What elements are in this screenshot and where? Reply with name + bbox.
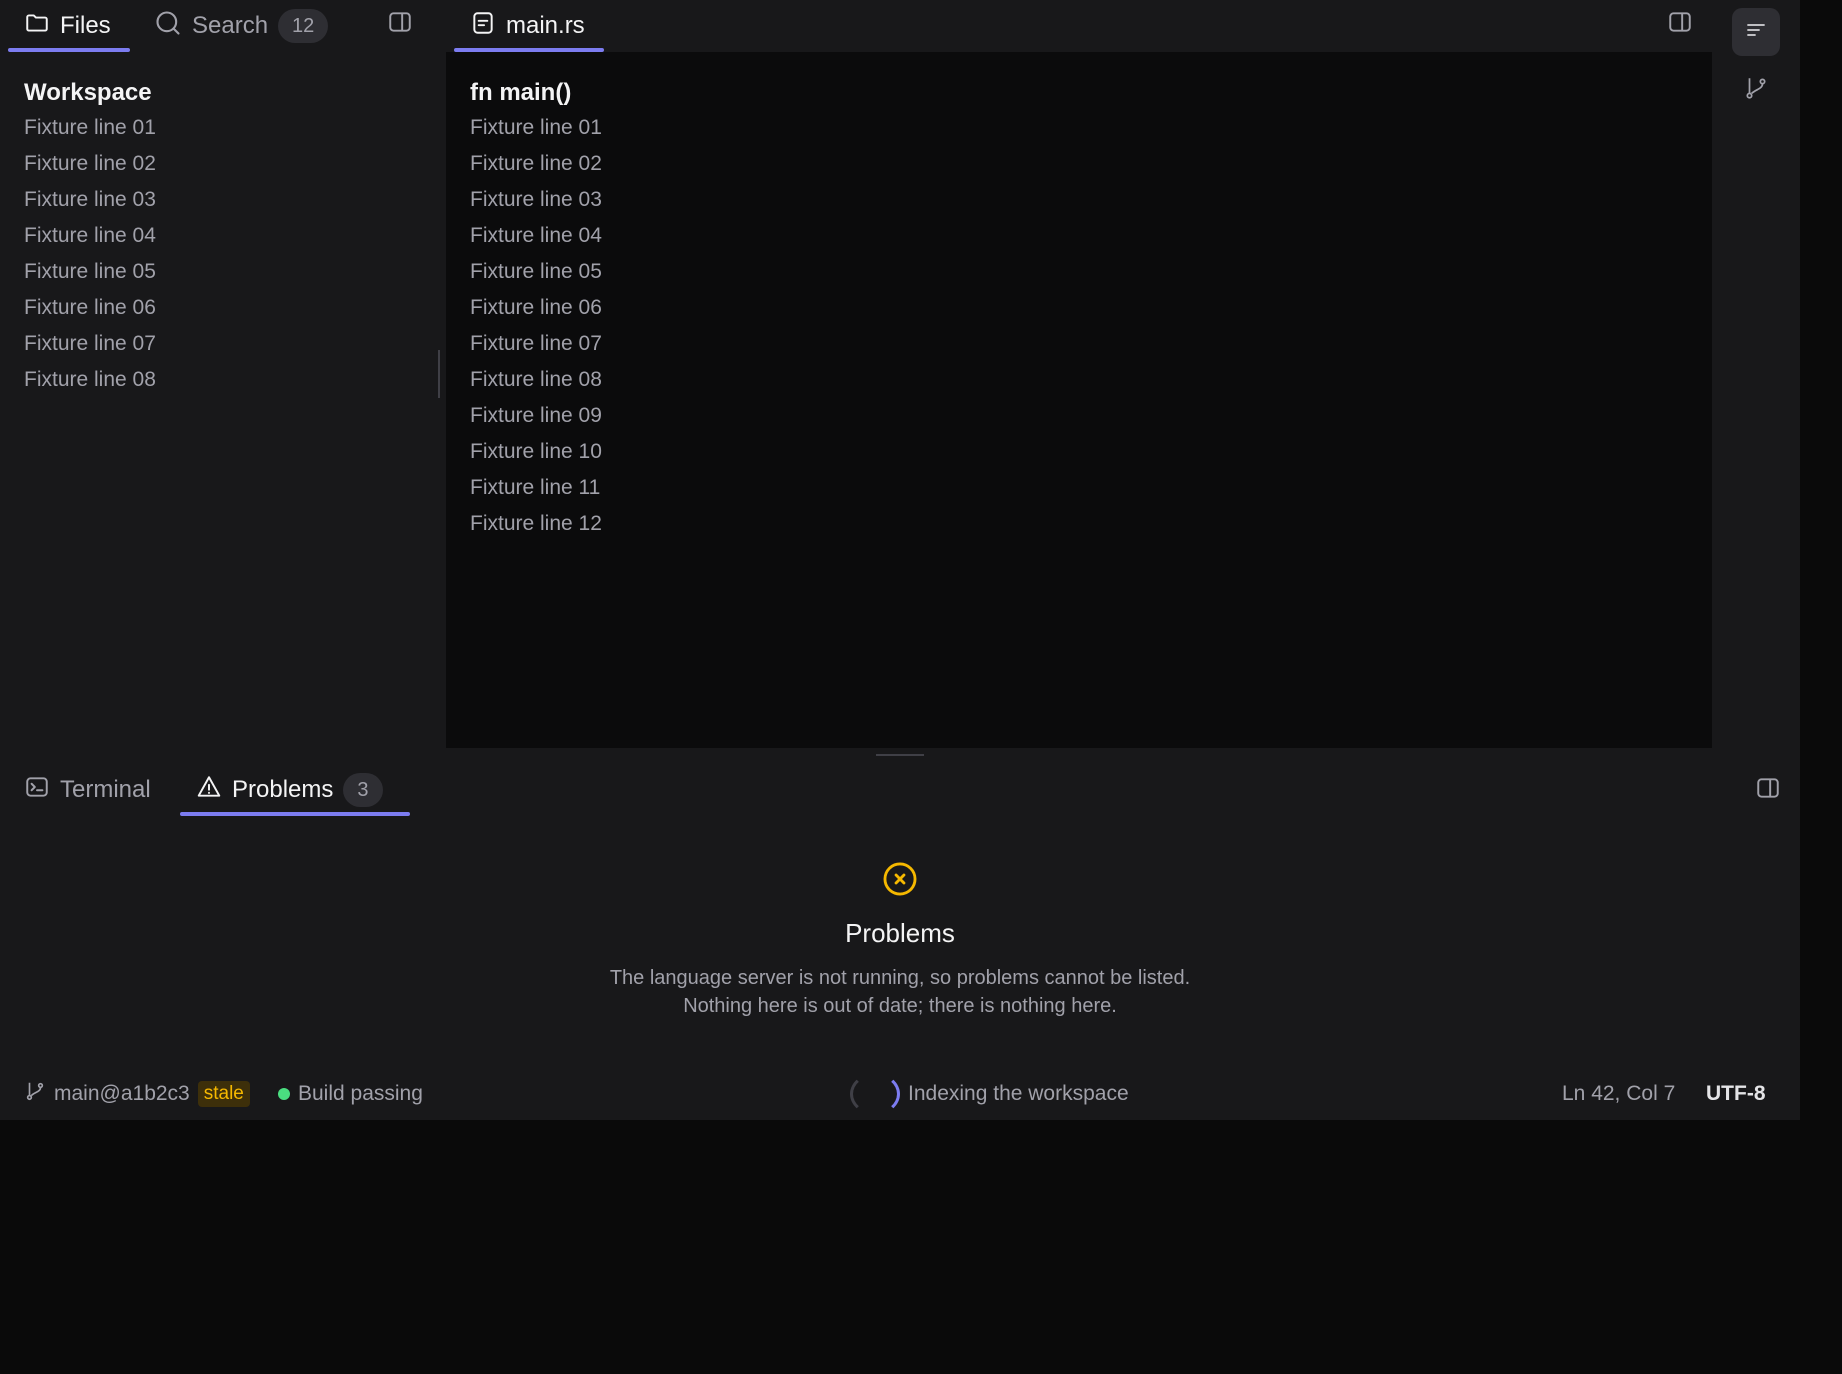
tab-terminal-label: Terminal	[60, 776, 151, 803]
loading-spinner-icon	[850, 1073, 900, 1115]
tree-item[interactable]: Fixture line 05	[24, 254, 424, 290]
editor-line: Fixture line 06	[470, 296, 602, 319]
source-control-button[interactable]	[1736, 70, 1776, 110]
editor-line: Fixture line 02	[470, 152, 602, 175]
tree-item[interactable]: Fixture line 01	[24, 110, 424, 146]
tab-files-label: Files	[60, 12, 111, 39]
workspace-title: Workspace	[24, 79, 152, 106]
empty-state-title: Problems	[845, 918, 955, 948]
tab-active-indicator	[180, 812, 410, 816]
editor-line: Fixture line 07	[470, 332, 602, 355]
editor-tab-label: main.rs	[506, 12, 585, 39]
status-encoding[interactable]: UTF-8	[1706, 1070, 1766, 1118]
tree-item[interactable]: Fixture line 02	[24, 146, 424, 182]
status-cursor-position[interactable]: Ln 42, Col 7	[1562, 1070, 1675, 1118]
panel-resize-handle[interactable]	[876, 754, 924, 756]
file-tree: Workspace Fixture line 01 Fixture line 0…	[24, 76, 424, 398]
build-status-label: Build passing	[298, 1082, 423, 1105]
sidebar-resize-handle[interactable]	[438, 350, 440, 398]
toggle-secondary-sidebar-button[interactable]	[1662, 6, 1698, 42]
tree-item[interactable]: Fixture line 07	[24, 326, 424, 362]
editor-tab-main-rs[interactable]: main.rs	[454, 0, 604, 52]
tab-problems[interactable]: Problems 3	[180, 764, 410, 816]
tree-item[interactable]: Fixture line 08	[24, 362, 424, 398]
warning-icon	[196, 774, 222, 807]
panel-toggle-icon	[1755, 775, 1781, 806]
activity-rail	[1712, 0, 1800, 748]
tab-terminal[interactable]: Terminal	[24, 764, 151, 816]
folder-icon	[24, 10, 50, 43]
editor-line: Fixture line 11	[470, 476, 601, 499]
indexing-label: Indexing the workspace	[908, 1082, 1129, 1105]
editor-line: Fixture line 09	[470, 404, 602, 427]
search-count-badge: 12	[278, 9, 329, 43]
editor-content: fn main() Fixture line 01 Fixture line 0…	[470, 76, 602, 542]
editor-line: Fixture line 01	[470, 116, 602, 139]
tab-search-label: Search	[192, 12, 269, 39]
code-editor[interactable]: fn main() Fixture line 01 Fixture line 0…	[446, 52, 1712, 748]
empty-state-line: Nothing here is out of date; there is no…	[683, 995, 1117, 1017]
editor-tabbar: main.rs	[446, 0, 1712, 52]
outline-list-icon	[1744, 18, 1768, 47]
tree-item[interactable]: Fixture line 03	[24, 182, 424, 218]
sidebar-toggle-icon	[387, 9, 413, 40]
status-build[interactable]: Build passing	[278, 1070, 423, 1118]
tab-search[interactable]: Search 12	[154, 0, 329, 52]
git-branch-icon	[1743, 75, 1769, 106]
editor-heading: fn main()	[470, 79, 572, 106]
problems-empty-state: Problems The language server is not runn…	[0, 860, 1800, 1020]
tree-item[interactable]: Fixture line 06	[24, 290, 424, 326]
file-icon	[470, 10, 496, 43]
ide-window: Files Search 12 Workspace Fixture line 0…	[0, 0, 1800, 1120]
panel-tabbar: Terminal Problems 3	[0, 764, 1800, 816]
toggle-panel-button[interactable]	[1750, 772, 1786, 808]
problems-count-badge: 3	[343, 773, 383, 807]
build-status-dot	[278, 1088, 290, 1100]
editor-line: Fixture line 12	[470, 512, 602, 535]
sidebar-tabbar: Files Search 12	[0, 0, 445, 52]
toggle-sidebar-button[interactable]	[382, 6, 418, 42]
editor-line: Fixture line 10	[470, 440, 602, 463]
cursor-position: Ln 42, Col 7	[1562, 1082, 1676, 1105]
status-branch[interactable]: main@a1b2c3 stale	[24, 1070, 250, 1118]
editor-line: Fixture line 08	[470, 368, 602, 391]
outline-button[interactable]	[1732, 8, 1780, 56]
tree-item[interactable]: Fixture line 04	[24, 218, 424, 254]
tab-files[interactable]: Files	[8, 0, 130, 52]
encoding-label: UTF-8	[1706, 1082, 1766, 1105]
sidebar-toggle-icon	[1667, 9, 1693, 40]
search-icon	[154, 9, 182, 44]
empty-state-message: The language server is not running, so p…	[0, 964, 1800, 1020]
editor-line: Fixture line 03	[470, 188, 602, 211]
status-bar: main@a1b2c3 stale Build passing Indexing…	[0, 1070, 1800, 1118]
status-indexing: Indexing the workspace	[850, 1070, 1129, 1118]
empty-state-line: The language server is not running, so p…	[609, 967, 1191, 989]
error-circle-icon	[881, 860, 919, 898]
git-branch-icon	[24, 1080, 46, 1108]
editor-line: Fixture line 04	[470, 224, 602, 247]
branch-name: main@a1b2c3	[54, 1082, 190, 1105]
stale-badge: stale	[197, 1081, 250, 1107]
tab-problems-label: Problems	[232, 776, 334, 803]
editor-line: Fixture line 05	[470, 260, 602, 283]
terminal-icon	[24, 774, 50, 807]
tab-active-indicator	[8, 48, 130, 52]
